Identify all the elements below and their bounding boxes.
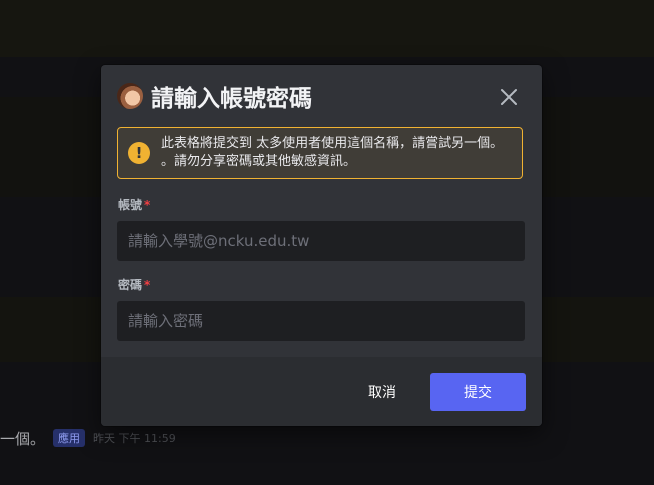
app-avatar bbox=[117, 83, 143, 109]
password-label-text: 密碼 bbox=[118, 278, 143, 292]
warning-icon: ! bbox=[128, 142, 150, 164]
modal-header: 請輸入帳號密碼 bbox=[117, 81, 312, 112]
required-marker: * bbox=[144, 198, 151, 212]
cancel-button[interactable]: 取消 bbox=[349, 373, 415, 411]
close-icon bbox=[501, 89, 517, 105]
account-label-text: 帳號 bbox=[118, 198, 143, 212]
required-marker: * bbox=[144, 278, 151, 292]
app-badge: 應用 bbox=[53, 429, 86, 447]
account-label: 帳號 * bbox=[118, 196, 150, 213]
modal-title: 請輸入帳號密碼 bbox=[151, 86, 312, 112]
warning-banner: ! 此表格將提交到 太多使用者使用這個名稱，請嘗試另一個。 。請勿分享密碼或其他… bbox=[117, 127, 523, 179]
account-input[interactable] bbox=[117, 221, 525, 261]
submit-button[interactable]: 提交 bbox=[430, 373, 526, 411]
password-input[interactable] bbox=[117, 301, 525, 341]
background-message-text: 一個。 bbox=[0, 429, 46, 448]
close-button[interactable] bbox=[497, 85, 521, 109]
background-band bbox=[0, 0, 654, 57]
password-label: 密碼 * bbox=[118, 276, 150, 293]
background-message: 一個。 應用 昨天 下午 11:59 bbox=[0, 427, 176, 449]
message-timestamp: 昨天 下午 11:59 bbox=[93, 432, 176, 445]
login-modal: 請輸入帳號密碼 ! 此表格將提交到 太多使用者使用這個名稱，請嘗試另一個。 。請… bbox=[101, 65, 542, 426]
warning-text: 此表格將提交到 太多使用者使用這個名稱，請嘗試另一個。 。請勿分享密碼或其他敏感… bbox=[161, 136, 504, 169]
modal-footer: 取消 提交 bbox=[101, 357, 542, 426]
